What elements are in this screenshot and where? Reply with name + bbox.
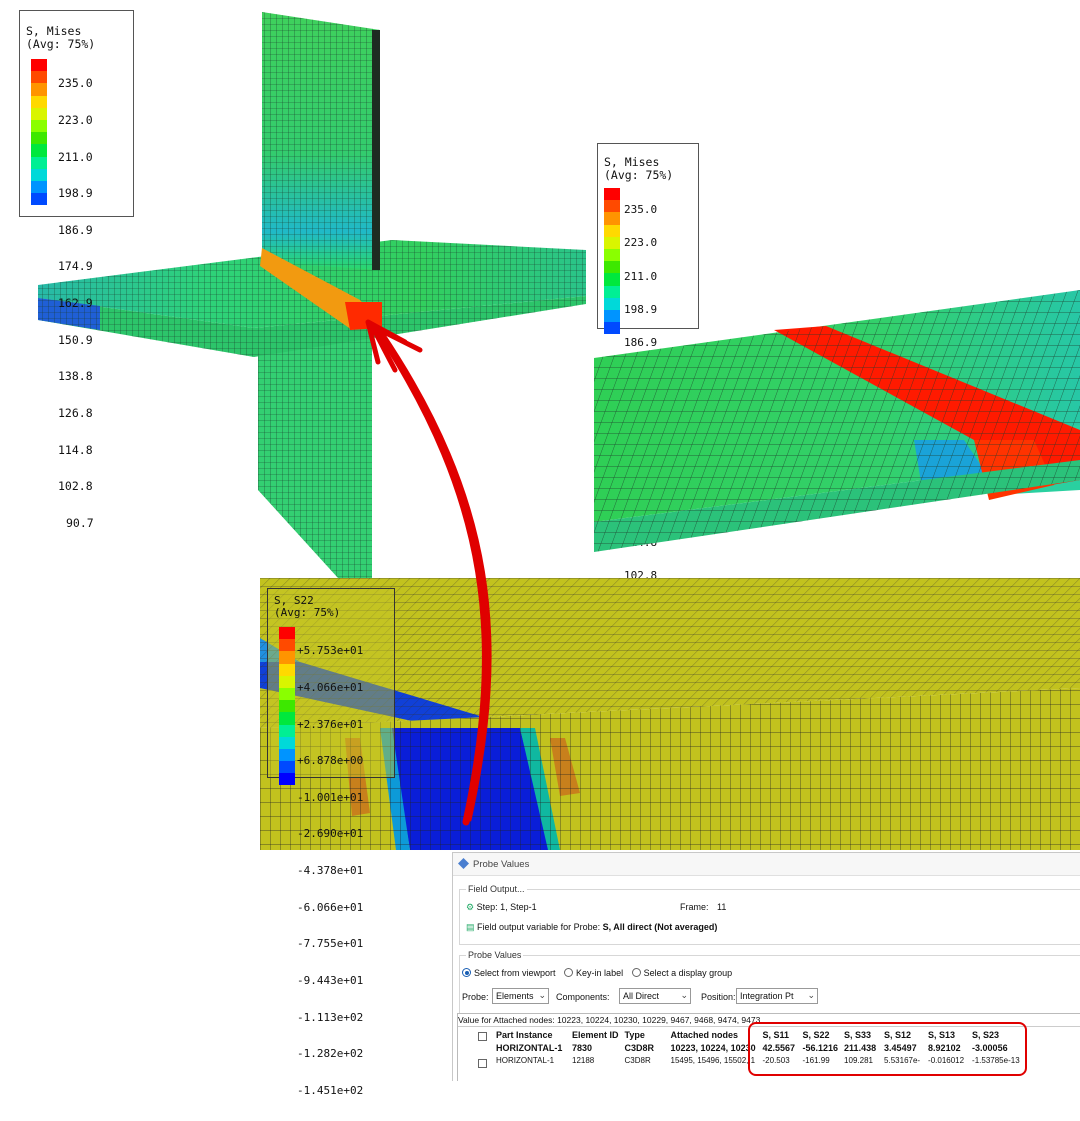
radio-select-viewport[interactable] [462, 968, 471, 977]
legend-subtitle: (Avg: 75%) [274, 606, 341, 619]
row-checkbox[interactable] [478, 1059, 487, 1068]
legend-value: 102.8 [58, 479, 93, 494]
legend-value: -7.755e+01 [297, 937, 364, 951]
legend-value: -2.690e+01 [297, 827, 364, 841]
radio-label: Select from viewport [474, 968, 556, 978]
table-cell: 10223, 10224, 10230 [670, 1042, 756, 1053]
legend-value: -1.113e+02 [297, 1010, 364, 1024]
legend-value: -1.451e+02 [297, 1083, 364, 1097]
probe-select-value: Elements [496, 991, 534, 1001]
table-cell: 15495, 15496, 15502, 1 [670, 1056, 756, 1065]
components-select[interactable]: All Direct ⌄ [619, 988, 691, 1004]
legend-value: 235.0 [624, 203, 658, 217]
legend-title: S, Mises [26, 24, 82, 38]
legend-value: 126.8 [58, 405, 93, 420]
chevron-down-icon: ⌄ [538, 990, 546, 1000]
components-label: Components: [556, 992, 610, 1002]
legend-value: 114.8 [58, 442, 93, 457]
radio-label: Key-in label [576, 968, 624, 978]
probe-values-title: Probe Values [466, 950, 524, 960]
radio-display-group[interactable] [631, 968, 641, 977]
radio-key-in-label[interactable] [564, 968, 574, 977]
legend-value: 162.9 [58, 296, 93, 311]
step-value: 1, Step-1 [500, 902, 537, 912]
table-cell: HORIZONTAL-1 [496, 1042, 563, 1053]
probe-icon [458, 858, 469, 869]
table-cell: 12188 [572, 1056, 595, 1065]
table-cell: 7830 [572, 1042, 593, 1053]
step-label: Step: [476, 902, 498, 912]
legend-value: 223.0 [624, 236, 658, 250]
stress-values-highlight [748, 1022, 1027, 1076]
legend-value: 150.9 [58, 332, 93, 347]
legend-value: -9.443e+01 [297, 973, 364, 987]
legend-s22: S, S22 (Avg: 75%) +5.753e+01 +4.066e+01 … [267, 588, 395, 1096]
dialog-title: Probe Values [473, 859, 530, 870]
column-header: Element ID [572, 1029, 619, 1040]
legend-value: 211.0 [58, 149, 93, 164]
probe-select[interactable]: Elements ⌄ [492, 988, 549, 1004]
dialog-titlebar: Probe Values [453, 853, 1080, 876]
components-select-value: All Direct [623, 991, 660, 1001]
zoomed-plate-view[interactable] [594, 290, 1080, 552]
field-output-group: Field Output... ⚙ Step: 1, Step-1 Frame:… [459, 884, 1080, 945]
column-header: Part Instance [496, 1029, 553, 1040]
field-var-label: Field output variable for Probe: [477, 922, 601, 932]
legend-subtitle: (Avg: 75%) [604, 168, 674, 182]
legend-mises-1: S, Mises (Avg: 75%) 235.0 223.0 211.0 19… [19, 10, 134, 529]
chevron-down-icon: ⌄ [807, 990, 815, 1000]
legend-value: 186.9 [58, 222, 93, 237]
legend-value: -4.378e+01 [297, 864, 364, 878]
field-output-button[interactable]: Field Output... [466, 884, 527, 894]
legend-value: -1.001e+01 [297, 790, 364, 804]
legend-value: -1.282e+02 [297, 1047, 364, 1061]
column-header: Attached nodes [670, 1029, 739, 1040]
table-cell: HORIZONTAL-1 [496, 1056, 555, 1065]
legend-colorbar [279, 627, 295, 786]
radio-label: Select a display group [643, 968, 733, 978]
frame-value: 11 [717, 902, 727, 912]
legend-value: +5.753e+01 [297, 644, 364, 658]
position-select[interactable]: Integration Pt ⌄ [736, 988, 818, 1004]
legend-subtitle: (Avg: 75%) [26, 37, 96, 51]
legend-title: S, Mises [604, 155, 660, 169]
legend-value: -6.066e+01 [297, 900, 364, 914]
select-all-checkbox[interactable] [478, 1032, 487, 1041]
legend-value: +2.376e+01 [297, 717, 364, 731]
legend-value: 223.0 [58, 113, 93, 128]
field-var-value: S, All direct (Not averaged) [602, 922, 718, 932]
legend-value: 198.9 [58, 186, 93, 201]
attached-nodes-text: Value for Attached nodes: 10223, 10224, … [458, 1015, 761, 1025]
legend-value: +4.066e+01 [297, 681, 364, 695]
legend-value: 138.8 [58, 369, 93, 384]
legend-value: 211.0 [624, 269, 658, 283]
legend-value: +6.878e+00 [297, 754, 364, 768]
field-var-icon: ▤ [466, 922, 475, 932]
legend-value: 90.7 [66, 515, 94, 530]
step-icon: ⚙ [466, 902, 475, 912]
legend-value: 174.9 [58, 259, 93, 274]
legend-colorbar [31, 59, 47, 206]
position-label: Position: [701, 992, 736, 1002]
frame-label: Frame: [680, 902, 709, 912]
column-header: Type [624, 1029, 645, 1040]
probe-label: Probe: [462, 992, 489, 1002]
position-select-value: Integration Pt [740, 991, 794, 1001]
table-cell: C3D8R [624, 1042, 655, 1053]
legend-value: 235.0 [58, 76, 93, 91]
table-cell: C3D8R [624, 1056, 651, 1065]
chevron-down-icon: ⌄ [680, 990, 688, 1000]
